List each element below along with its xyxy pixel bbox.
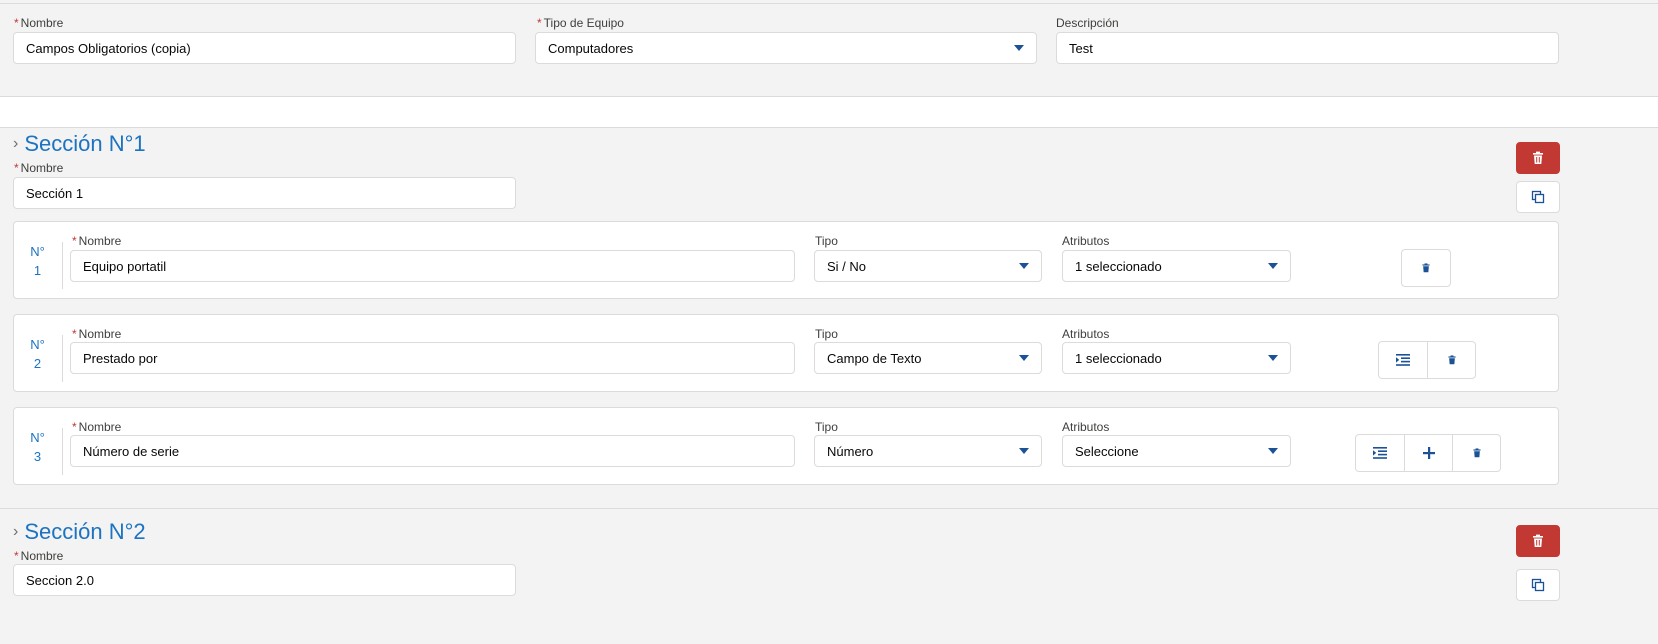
field-3-name-label: * Nombre xyxy=(72,420,122,434)
chevron-down-icon xyxy=(1019,448,1029,454)
nombre-label: * Nombre xyxy=(14,16,64,30)
add-field-3-button[interactable] xyxy=(1404,435,1452,471)
field-2-atributos-label: Atributos xyxy=(1062,327,1110,341)
tipo-equipo-select[interactable]: Computadores xyxy=(535,32,1037,64)
indent-field-2-button[interactable] xyxy=(1379,342,1427,378)
field-2-actions xyxy=(1378,341,1476,379)
plus-icon xyxy=(1422,447,1435,459)
copy-icon xyxy=(1531,190,1545,204)
field-2-atributos-select[interactable]: 1 seleccionado xyxy=(1062,342,1291,374)
field-3-name-input[interactable]: Número de serie xyxy=(70,435,795,467)
section-divider xyxy=(0,96,1658,128)
field-2-tipo-select[interactable]: Campo de Texto xyxy=(814,342,1042,374)
section-2-title[interactable]: › Sección N°2 xyxy=(13,519,146,545)
trash-icon xyxy=(1533,534,1543,547)
field-number-3: N° 3 xyxy=(13,428,63,475)
trash-icon xyxy=(1422,263,1430,273)
section-1-title[interactable]: › Sección N°1 xyxy=(13,131,146,157)
tipo-equipo-label: * Tipo de Equipo xyxy=(537,16,624,30)
field-number-1: N° 1 xyxy=(13,242,63,289)
field-1-actions xyxy=(1401,249,1451,287)
section-1-name-label: * Nombre xyxy=(14,161,64,175)
chevron-down-icon xyxy=(1268,263,1278,269)
field-2-name-label: * Nombre xyxy=(72,327,122,341)
top-divider xyxy=(0,3,1658,4)
field-number-2: N° 2 xyxy=(13,335,63,382)
delete-field-1-button[interactable] xyxy=(1402,250,1450,286)
delete-section-1-button[interactable] xyxy=(1516,142,1560,174)
chevron-down-icon xyxy=(1019,263,1029,269)
descripcion-label: Descripción xyxy=(1056,16,1119,30)
chevron-down-icon xyxy=(1019,355,1029,361)
section-2-name-input[interactable]: Seccion 2.0 xyxy=(13,564,516,596)
delete-field-3-button[interactable] xyxy=(1452,435,1500,471)
field-3-atributos-select[interactable]: Seleccione xyxy=(1062,435,1291,467)
section-separator xyxy=(0,508,1658,509)
section-1-name-input[interactable]: Sección 1 xyxy=(13,177,516,209)
field-1-tipo-label: Tipo xyxy=(815,234,838,248)
indent-icon xyxy=(1373,447,1387,459)
copy-icon xyxy=(1531,578,1545,592)
field-1-atributos-label: Atributos xyxy=(1062,234,1110,248)
field-1-name-label: * Nombre xyxy=(72,234,122,248)
delete-section-2-button[interactable] xyxy=(1516,525,1560,557)
field-1-atributos-select[interactable]: 1 seleccionado xyxy=(1062,250,1291,282)
field-3-tipo-label: Tipo xyxy=(815,420,838,434)
chevron-down-icon xyxy=(1268,448,1278,454)
field-1-tipo-select[interactable]: Si / No xyxy=(814,250,1042,282)
trash-icon xyxy=(1447,355,1456,365)
indent-field-3-button[interactable] xyxy=(1356,435,1404,471)
field-2-name-input[interactable]: Prestado por xyxy=(70,342,795,374)
descripcion-input[interactable]: Test xyxy=(1056,32,1559,64)
indent-icon xyxy=(1396,354,1410,366)
copy-section-2-button[interactable] xyxy=(1516,569,1560,601)
field-3-tipo-select[interactable]: Número xyxy=(814,435,1042,467)
delete-field-2-button[interactable] xyxy=(1427,342,1475,378)
chevron-down-icon xyxy=(1014,45,1024,51)
chevron-right-icon[interactable]: › xyxy=(13,136,18,152)
nombre-input[interactable]: Campos Obligatorios (copia) xyxy=(13,32,516,64)
field-2-tipo-label: Tipo xyxy=(815,327,838,341)
chevron-down-icon xyxy=(1268,355,1278,361)
copy-section-1-button[interactable] xyxy=(1516,181,1560,213)
field-3-actions xyxy=(1355,434,1501,472)
field-3-atributos-label: Atributos xyxy=(1062,420,1110,434)
trash-icon xyxy=(1472,448,1481,458)
section-2-name-label: * Nombre xyxy=(14,549,64,563)
trash-icon xyxy=(1533,151,1543,164)
chevron-right-icon[interactable]: › xyxy=(13,524,18,540)
field-1-name-input[interactable]: Equipo portatil xyxy=(70,250,795,282)
